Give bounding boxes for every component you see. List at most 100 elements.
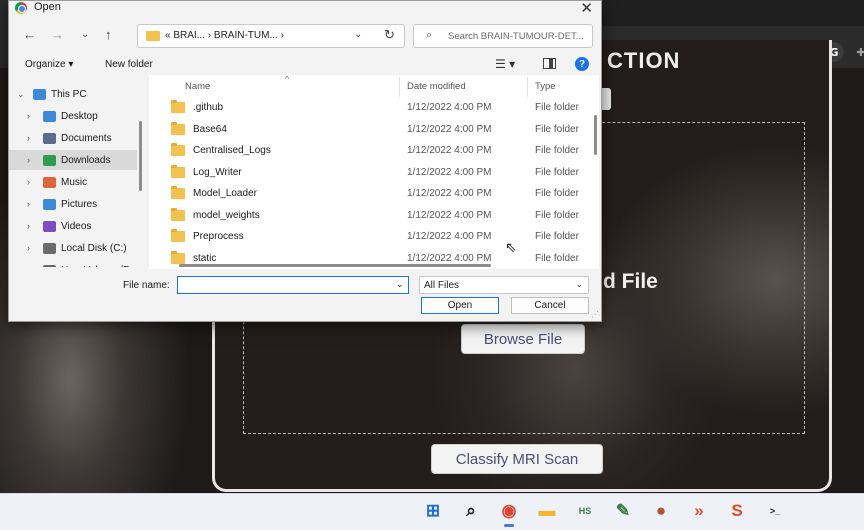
search-box[interactable]: ⌕ Search BRAIN-TUMOUR-DET... [413, 24, 593, 48]
chevron-right-icon[interactable]: › [27, 177, 30, 187]
chevron-right-icon[interactable]: › [27, 111, 30, 121]
nav-item[interactable]: › Documents [9, 128, 137, 148]
dialog-toolbar: Organize ▾ New folder ☰ ▾ ? [9, 55, 601, 75]
nav-item-label: Local Disk (C:) [61, 242, 127, 254]
location-icon [43, 198, 56, 210]
file-name-dropdown-icon[interactable]: ⌄ [396, 279, 404, 290]
help-icon[interactable]: ? [575, 57, 589, 71]
terminal-icon[interactable]: >_ [763, 499, 787, 523]
navigation-scrollbar[interactable] [139, 121, 142, 191]
open-button[interactable]: Open [421, 297, 499, 314]
file-row[interactable]: Log_Writer 1/12/2022 4:00 PM File folder [149, 162, 595, 183]
nav-item[interactable]: › Desktop [9, 106, 137, 126]
file-type-value: All Files [424, 280, 460, 291]
nav-item[interactable]: › Music [9, 172, 137, 192]
dialog-titlebar[interactable]: Open ✕ [9, 0, 601, 17]
column-header-date-modified[interactable]: Date modified [407, 81, 466, 92]
organize-menu[interactable]: Organize ▾ [25, 59, 73, 70]
chevron-right-icon[interactable]: › [27, 265, 30, 267]
folder-icon [171, 164, 185, 178]
nav-item-label: Downloads [61, 154, 111, 166]
folder-icon [171, 186, 185, 199]
type-cell: File folder [535, 123, 579, 135]
file-name-cell: Base64 [193, 123, 227, 135]
browse-file-button[interactable]: Browse File [461, 324, 585, 354]
folder-icon [146, 31, 160, 41]
close-icon[interactable]: ✕ [580, 0, 593, 17]
open-file-dialog: Open ✕ ← → ⌄ ↑ « BRAI... › BRAIN-TUM... … [8, 0, 602, 322]
chevron-right-icon[interactable]: › [27, 243, 30, 253]
file-name-cell: static [193, 252, 217, 264]
chrome-taskbar-icon[interactable]: ◉ [497, 499, 521, 527]
chevron-right-icon[interactable]: › [27, 199, 30, 209]
notepad-icon[interactable]: ✎ [611, 499, 635, 523]
chevron-right-icon[interactable]: › [27, 221, 30, 231]
location-icon [43, 154, 56, 166]
nav-item[interactable]: › New Volume (D: [9, 260, 137, 267]
puzzle-icon[interactable]: ✚ [851, 42, 864, 62]
type-cell: File folder [535, 102, 579, 113]
file-row[interactable]: Base64 1/12/2022 4:00 PM File folder [149, 119, 595, 140]
search-taskbar-icon[interactable]: ⌕ [459, 499, 483, 523]
chevron-down-icon[interactable]: ⌄ [17, 89, 25, 100]
column-divider[interactable] [399, 77, 400, 97]
file-row[interactable]: Model_Loader 1/12/2022 4:00 PM File folder [149, 183, 595, 204]
card-heading: CTION [607, 48, 681, 73]
mouse-cursor-icon: ⇖ [505, 239, 517, 255]
file-name-cell: .github [193, 102, 224, 113]
file-name-input[interactable] [177, 276, 409, 294]
location-icon [43, 110, 56, 122]
file-row[interactable]: Preprocess 1/12/2022 4:00 PM File folder [149, 226, 595, 247]
column-header-type[interactable]: Type [535, 81, 556, 92]
forward-arrow-icon[interactable]: → [51, 27, 64, 42]
cancel-button[interactable]: Cancel [511, 297, 589, 314]
file-name-cell: Centralised_Logs [193, 145, 271, 156]
file-name-cell: Log_Writer [193, 166, 242, 178]
nav-item[interactable]: › Pictures [9, 194, 137, 214]
file-list-vertical-scrollbar[interactable] [594, 115, 597, 155]
nav-item[interactable]: › Downloads [9, 150, 137, 170]
resize-grip-icon[interactable]: ⋰ [591, 310, 599, 319]
nav-item[interactable]: › Videos [9, 216, 137, 236]
file-name-cell: Preprocess [193, 231, 244, 242]
classify-mri-scan-button[interactable]: Classify MRI Scan [431, 444, 603, 474]
anydesk-icon[interactable]: » [687, 499, 711, 523]
file-explorer-icon[interactable]: ▬ [535, 499, 559, 523]
chrome-icon [15, 2, 27, 14]
nav-item[interactable]: ⌄ This PC [9, 84, 137, 104]
type-cell: File folder [535, 145, 579, 156]
type-cell: File folder [535, 188, 579, 199]
location-icon [33, 88, 46, 100]
folder-icon [171, 100, 185, 113]
nav-item[interactable]: › Local Disk (C:) [9, 238, 137, 258]
address-bar[interactable]: « BRAI... › BRAIN-TUM... › ⌄ ↻ [137, 24, 405, 48]
back-arrow-icon[interactable]: ← [23, 27, 36, 42]
date-modified-cell: 1/12/2022 4:00 PM [407, 231, 492, 242]
file-list-horizontal-scrollbar[interactable] [179, 264, 491, 267]
location-icon [43, 176, 56, 188]
chevron-right-icon[interactable]: › [27, 133, 30, 143]
file-row[interactable]: .github 1/12/2022 4:00 PM File folder [149, 97, 595, 118]
sublime-icon[interactable]: S [725, 499, 749, 523]
column-divider[interactable] [527, 77, 528, 97]
ball-icon[interactable]: ● [649, 499, 673, 523]
column-header-name[interactable]: Name [185, 81, 210, 92]
file-type-select[interactable]: All Files ⌄ [419, 276, 589, 294]
recent-locations-chevron-icon[interactable]: ⌄ [81, 29, 89, 40]
refresh-icon[interactable]: ↻ [384, 27, 395, 43]
address-breadcrumb[interactable]: « BRAI... › BRAIN-TUM... › [165, 30, 284, 41]
windows-start-icon[interactable]: ⊞ [421, 499, 445, 523]
new-folder-button[interactable]: New folder [105, 59, 153, 70]
file-row[interactable]: Centralised_Logs 1/12/2022 4:00 PM File fo… [149, 140, 595, 161]
address-dropdown-icon[interactable]: ⌄ [354, 29, 362, 40]
file-row[interactable]: model_weights 1/12/2022 4:00 PM File folde… [149, 205, 595, 226]
nav-item-label: Videos [61, 220, 92, 232]
app-hs-icon[interactable]: HS [573, 499, 597, 523]
preview-pane-icon[interactable] [543, 58, 556, 69]
view-options-icon[interactable]: ☰ ▾ [495, 57, 515, 71]
chevron-down-icon: ⌄ [575, 279, 583, 289]
date-modified-cell: 1/12/2022 4:00 PM [407, 123, 492, 135]
up-arrow-icon[interactable]: ↑ [105, 27, 112, 42]
chevron-right-icon[interactable]: › [27, 155, 30, 165]
sort-ascending-icon: ^ [285, 75, 290, 84]
